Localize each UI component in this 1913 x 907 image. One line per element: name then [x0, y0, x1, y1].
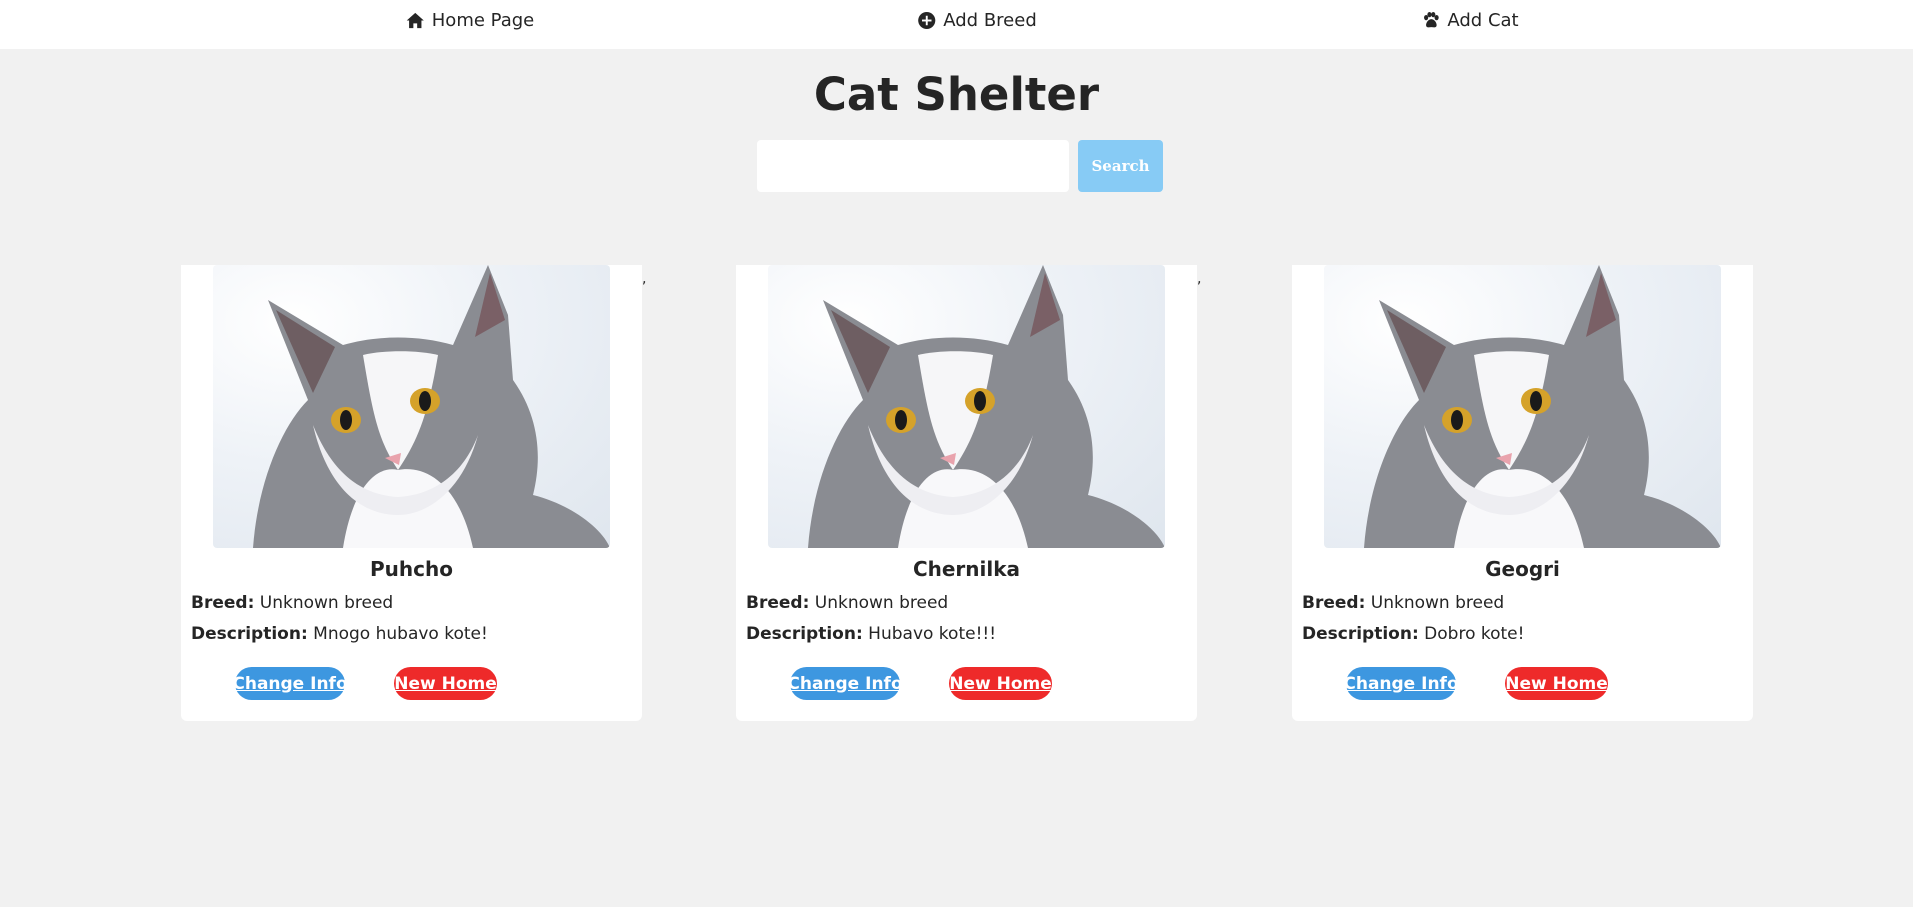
cat-description: Description: Dobro kote!: [1302, 624, 1524, 644]
cat-photo: [1324, 265, 1721, 548]
cat-breed: Breed: Unknown breed: [746, 593, 948, 613]
paw-icon: [1424, 11, 1439, 28]
description-value: Mnogo hubavo kote!: [313, 624, 488, 644]
nav-add-breed-link[interactable]: Add Breed: [917, 0, 1037, 41]
cat-breed: Breed: Unknown breed: [1302, 593, 1504, 613]
cat-image: [808, 265, 1165, 548]
cat-image: [253, 265, 610, 548]
new-home-button[interactable]: New Home: [949, 667, 1052, 700]
breed-label: Breed:: [1302, 593, 1366, 613]
cat-name: Geogri: [1485, 557, 1560, 581]
home-icon: [406, 12, 424, 29]
nav-add-breed-label: Add Breed: [943, 10, 1037, 31]
new-home-button[interactable]: New Home: [1505, 667, 1608, 700]
top-navigation: Home Page Add Breed Add Cat: [0, 0, 1913, 49]
breed-value: Unknown breed: [1370, 593, 1505, 613]
cat-name: Chernilka: [912, 557, 1021, 581]
plus-circle-icon: [918, 11, 936, 30]
cat-card: Chernilka Breed: Unknown breed Descripti…: [736, 265, 1197, 721]
description-label: Description:: [1302, 624, 1419, 644]
change-info-button[interactable]: Change Info: [787, 667, 903, 700]
new-home-button[interactable]: New Home: [394, 667, 497, 700]
description-label: Description:: [191, 624, 308, 644]
cat-description: Description: Mnogo hubavo kote!: [191, 624, 488, 644]
page-title: Cat Shelter: [813, 68, 1100, 121]
change-info-button[interactable]: Change Info: [1343, 667, 1459, 700]
stray-comma: ,: [642, 271, 647, 287]
cat-breed: Breed: Unknown breed: [191, 593, 393, 613]
cat-image: [1364, 265, 1721, 548]
search-button[interactable]: Search: [1078, 140, 1163, 192]
cat-name: Puhcho: [370, 557, 453, 581]
breed-label: Breed:: [191, 593, 255, 613]
cat-photo: [768, 265, 1165, 548]
nav-add-cat-link[interactable]: Add Cat: [1421, 0, 1519, 41]
stray-comma: ,: [1197, 271, 1202, 287]
cat-description: Description: Hubavo kote!!!: [746, 624, 996, 644]
nav-home-page-link[interactable]: Home Page: [406, 0, 534, 41]
description-value: Dobro kote!: [1424, 624, 1525, 644]
breed-value: Unknown breed: [259, 593, 394, 613]
breed-label: Breed:: [746, 593, 810, 613]
change-info-button[interactable]: Change Info: [232, 667, 348, 700]
description-value: Hubavo kote!!!: [868, 624, 997, 644]
nav-home-page-label: Home Page: [431, 10, 535, 31]
nav-add-cat-label: Add Cat: [1447, 10, 1519, 31]
cat-card: Geogri Breed: Unknown breed Description:…: [1292, 265, 1753, 721]
cat-card: Puhcho Breed: Unknown breed Description:…: [181, 265, 642, 721]
cat-photo: [213, 265, 610, 548]
breed-value: Unknown breed: [814, 593, 949, 613]
search-input[interactable]: [757, 140, 1069, 192]
description-label: Description:: [746, 624, 863, 644]
